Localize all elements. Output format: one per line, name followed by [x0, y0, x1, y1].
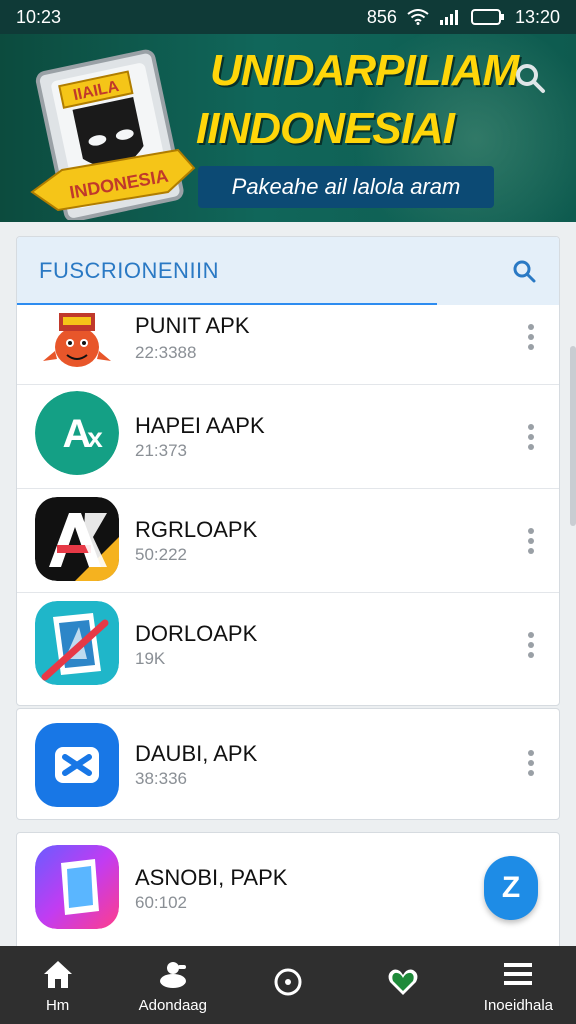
nav-favorites[interactable]	[346, 946, 461, 1024]
app-name: DORLOAPK	[135, 621, 258, 646]
circle-icon	[274, 968, 302, 996]
more-options-icon[interactable]	[527, 423, 535, 451]
app-name: ASNOBI, PAPK	[135, 865, 288, 890]
list-item[interactable]: A x HAPEI AAPK 21:373	[17, 385, 559, 489]
nav-home[interactable]: Hm	[0, 946, 115, 1024]
home-icon	[43, 960, 72, 988]
nav-download[interactable]: Adondaag	[115, 946, 230, 1024]
header-banner: IIAILA INDONESIA UNIDARPILIAM IINDONESIA…	[0, 34, 576, 222]
list-item[interactable]: DORLOAPK 19K	[17, 593, 559, 697]
more-options-icon[interactable]	[527, 631, 535, 659]
app-list-card: ASNOBI, PAPK 60:102	[16, 832, 560, 952]
banner-title-line2: IINDONESIAI	[196, 104, 455, 153]
more-options-icon[interactable]	[527, 323, 535, 351]
signal-icon	[439, 9, 461, 25]
status-text: 856	[366, 6, 397, 27]
nav-label: Inoeidhala	[483, 996, 554, 1014]
floating-action-button[interactable]: Z	[484, 856, 538, 920]
list-item[interactable]: PUNIT APK 22:3388	[17, 305, 559, 385]
download-icon	[159, 961, 186, 988]
app-meta: 21:373	[135, 441, 187, 460]
app-name: RGRLOAPK	[135, 517, 258, 542]
list-item[interactable]: RGRLOAPK 50:222	[17, 489, 559, 593]
app-meta: 60:102	[135, 893, 187, 912]
status-battery-time: 13:20	[514, 6, 560, 27]
menu-icon	[504, 962, 533, 985]
search-icon[interactable]	[512, 60, 548, 96]
more-options-icon[interactable]	[527, 527, 535, 555]
app-name: HAPEI AAPK	[135, 413, 265, 438]
status-bar: 10:23 856 13:20	[0, 0, 576, 34]
scrollbar[interactable]	[570, 346, 576, 526]
document-icon	[35, 601, 119, 685]
gradient-app-icon	[35, 845, 119, 929]
battery-icon	[470, 9, 505, 25]
status-right: 856 13:20	[367, 7, 560, 28]
wifi-icon	[407, 9, 429, 25]
app-meta: 38:336	[135, 769, 187, 788]
nav-label: Adondaag	[138, 996, 207, 1014]
app-list-card: DAUBI, APK 38:336	[16, 708, 560, 820]
list-item[interactable]: DAUBI, APK 38:336	[17, 709, 559, 813]
banner-title-line1: UNIDARPILIAM	[210, 46, 519, 95]
app-meta: 19K	[135, 649, 166, 668]
search-bar[interactable]: FUSCRIONENIIN	[17, 237, 559, 305]
app-logo: IIAILA INDONESIA	[30, 49, 196, 220]
ak-icon	[35, 497, 119, 581]
nav-circle[interactable]	[230, 946, 345, 1024]
app-meta: 22:3388	[135, 343, 197, 362]
nav-label: Hm	[45, 996, 70, 1014]
mascot-icon	[43, 313, 111, 367]
search-icon[interactable]	[511, 258, 537, 284]
more-options-icon[interactable]	[527, 749, 535, 777]
app-list-card: FUSCRIONENIIN PUNIT APK 22:3388 A x HAPE…	[16, 236, 560, 706]
nav-menu[interactable]: Inoeidhala	[461, 946, 576, 1024]
ax-icon: A x	[35, 391, 119, 475]
svg-text:x: x	[87, 422, 103, 453]
search-label: FUSCRIONENIIN	[39, 258, 220, 283]
heart-shield-icon	[388, 969, 418, 995]
app-name: PUNIT APK	[135, 313, 250, 338]
app-meta: 50:222	[135, 545, 187, 564]
banner-subtitle: Pakeahe ail lalola aram	[198, 166, 494, 208]
app-name: DAUBI, APK	[135, 741, 258, 766]
status-time: 10:23	[16, 6, 62, 27]
list-item[interactable]: ASNOBI, PAPK 60:102	[17, 833, 559, 937]
bottom-nav: Hm Adondaag Inoeidhala	[0, 946, 576, 1024]
app-x-icon	[35, 723, 119, 807]
